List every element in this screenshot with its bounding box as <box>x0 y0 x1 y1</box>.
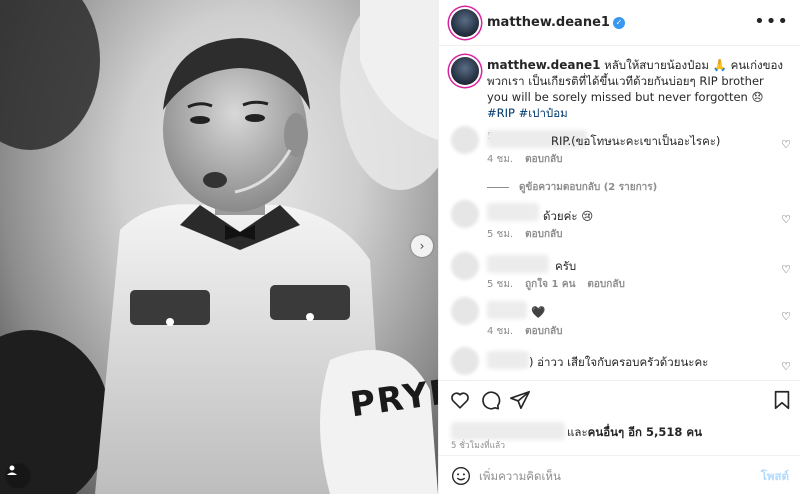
commenter-avatar[interactable] <box>451 200 479 228</box>
caption-avatar[interactable] <box>451 57 479 85</box>
comment-time: 4 ชม. <box>487 326 514 337</box>
comment-likes[interactable]: ถูกใจ 1 คน <box>525 279 575 290</box>
comment-text: ) อ่าวว เสียใจกับครอบครัวด้วยนะคะ <box>529 355 709 369</box>
reply-button[interactable]: ตอบกลับ <box>525 154 562 165</box>
commenter-avatar[interactable] <box>451 126 479 154</box>
comment-bubble-icon[interactable] <box>479 389 501 411</box>
save-bookmark-icon[interactable] <box>771 389 793 411</box>
author-username[interactable]: matthew.deane1 ✓ <box>487 15 625 30</box>
comment-meta: 4 ชม. ตอบกลับ <box>487 152 563 167</box>
share-send-icon[interactable] <box>509 389 531 411</box>
comment-text: ครับ <box>555 259 577 273</box>
like-comment-heart-icon[interactable]: ♡ <box>781 360 791 373</box>
comment-input[interactable] <box>479 465 749 487</box>
like-comment-heart-icon[interactable]: ♡ <box>781 263 791 276</box>
commenter-name-redacted[interactable] <box>487 203 539 221</box>
comment-text: 🖤 <box>531 305 546 319</box>
comment-time: 5 ชม. <box>487 229 514 240</box>
reply-button[interactable]: ตอบกลับ <box>525 229 562 240</box>
comment-time: 5 ชม. <box>487 279 514 290</box>
reply-button[interactable]: ตอบกลับ <box>525 326 562 337</box>
add-comment-bar: โพสต์ <box>439 455 800 494</box>
more-options-icon[interactable]: ••• <box>754 11 789 32</box>
post-comment-button[interactable]: โพสต์ <box>761 468 789 486</box>
posted-time: 5 ชั่วโมงที่แล้ว <box>451 441 506 451</box>
comment-time: 4 ชม. <box>487 154 514 165</box>
post-actions-bar <box>439 380 800 416</box>
reply-button[interactable]: ตอบกลับ <box>587 279 624 290</box>
commenter-avatar[interactable] <box>451 347 479 375</box>
view-replies-button[interactable]: ดูข้อความตอบกลับ (2 รายการ) <box>487 180 657 195</box>
caption-username[interactable]: matthew.deane1 <box>487 58 601 72</box>
commenter-name-redacted[interactable] <box>487 255 549 273</box>
comment-meta: 5 ชม. ตอบกลับ <box>487 227 563 242</box>
commenter-avatar[interactable] <box>451 252 479 280</box>
comment-text: RIP.(ขอโทษนะคะเขาเป็นอะไรคะ) <box>551 134 721 148</box>
tagged-user-button[interactable] <box>6 464 30 488</box>
author-avatar[interactable] <box>451 9 479 37</box>
comment-meta: 4 ชม. ตอบกลับ <box>487 324 563 339</box>
like-comment-heart-icon[interactable]: ♡ <box>781 310 791 323</box>
post-header: matthew.deane1 ✓ ••• <box>439 0 800 46</box>
commenter-avatar[interactable] <box>451 297 479 325</box>
emoji-icon[interactable] <box>451 466 471 486</box>
like-comment-heart-icon[interactable]: ♡ <box>781 138 791 151</box>
comment-text: ด้วยค่ะ 😢 <box>543 209 594 223</box>
commenter-name-redacted[interactable] <box>487 351 529 369</box>
post-photo[interactable]: PRYD › <box>0 0 438 494</box>
commenter-name-redacted[interactable] <box>487 301 527 319</box>
post-side-panel: matthew.deane1 ✓ ••• matthew.deane1 หลับใ… <box>438 0 800 494</box>
next-photo-button[interactable]: › <box>411 235 433 257</box>
user-icon <box>7 465 17 475</box>
like-heart-icon[interactable] <box>449 389 471 411</box>
comment-meta: 5 ชม. ถูกใจ 1 คน ตอบกลับ <box>487 277 625 292</box>
comments-list[interactable]: matthew.deane1 หลับให้สบายน้องป๋อม 🙏 คนเ… <box>439 47 800 380</box>
replies-divider <box>487 187 509 188</box>
verified-badge-icon: ✓ <box>612 17 625 29</box>
like-comment-heart-icon[interactable]: ♡ <box>781 213 791 226</box>
caption-hashtags[interactable]: #RIP #เปาป๋อม <box>487 106 568 120</box>
